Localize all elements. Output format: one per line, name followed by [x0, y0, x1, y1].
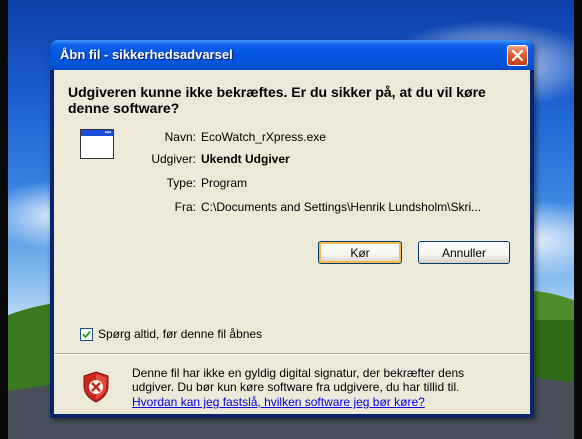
security-warning-dialog: Åbn fil - sikkerhedsadvarsel Udgiveren k…	[50, 40, 534, 418]
title-bar[interactable]: Åbn fil - sikkerhedsadvarsel	[50, 40, 534, 70]
field-from-label: Fra:	[174, 200, 196, 214]
field-type-value: Program	[201, 176, 248, 190]
warning-heading: Udgiveren kunne ikke bekræftes. Er du si…	[68, 84, 486, 116]
run-button[interactable]: Kør	[318, 241, 402, 264]
dialog-body: Udgiveren kunne ikke bekræftes. Er du si…	[54, 70, 530, 414]
cancel-button[interactable]: Annuller	[418, 241, 510, 264]
dialog-title: Åbn fil - sikkerhedsadvarsel	[60, 47, 233, 62]
field-publisher-value: Ukendt Udgiver	[201, 152, 290, 166]
field-name-label: Navn:	[164, 130, 196, 144]
screen-frame-right	[574, 0, 582, 439]
warning-message: Denne fil har ikke en gyldig digital sig…	[132, 366, 517, 394]
field-type-label: Type:	[166, 176, 196, 190]
checkmark-icon	[82, 330, 91, 339]
field-name-value: EcoWatch_rXpress.exe	[201, 130, 326, 144]
warning-line-2: udgiver. Du bør kun køre software fra ud…	[132, 380, 460, 394]
screen-frame-left	[0, 0, 8, 439]
help-link[interactable]: Hvordan kan jeg fastslå, hvilken softwar…	[132, 395, 425, 409]
security-shield-icon	[83, 371, 109, 403]
close-button[interactable]	[507, 45, 528, 66]
field-publisher-label: Udgiver:	[151, 152, 196, 166]
divider	[54, 353, 530, 355]
field-from-value: C:\Documents and Settings\Henrik Lundsho…	[201, 200, 482, 214]
close-icon	[512, 50, 523, 61]
always-ask-checkbox[interactable]	[80, 328, 93, 341]
always-ask-label[interactable]: Spørg altid, før denne fil åbnes	[98, 327, 262, 341]
warning-line-1: Denne fil har ikke en gyldig digital sig…	[132, 366, 465, 380]
